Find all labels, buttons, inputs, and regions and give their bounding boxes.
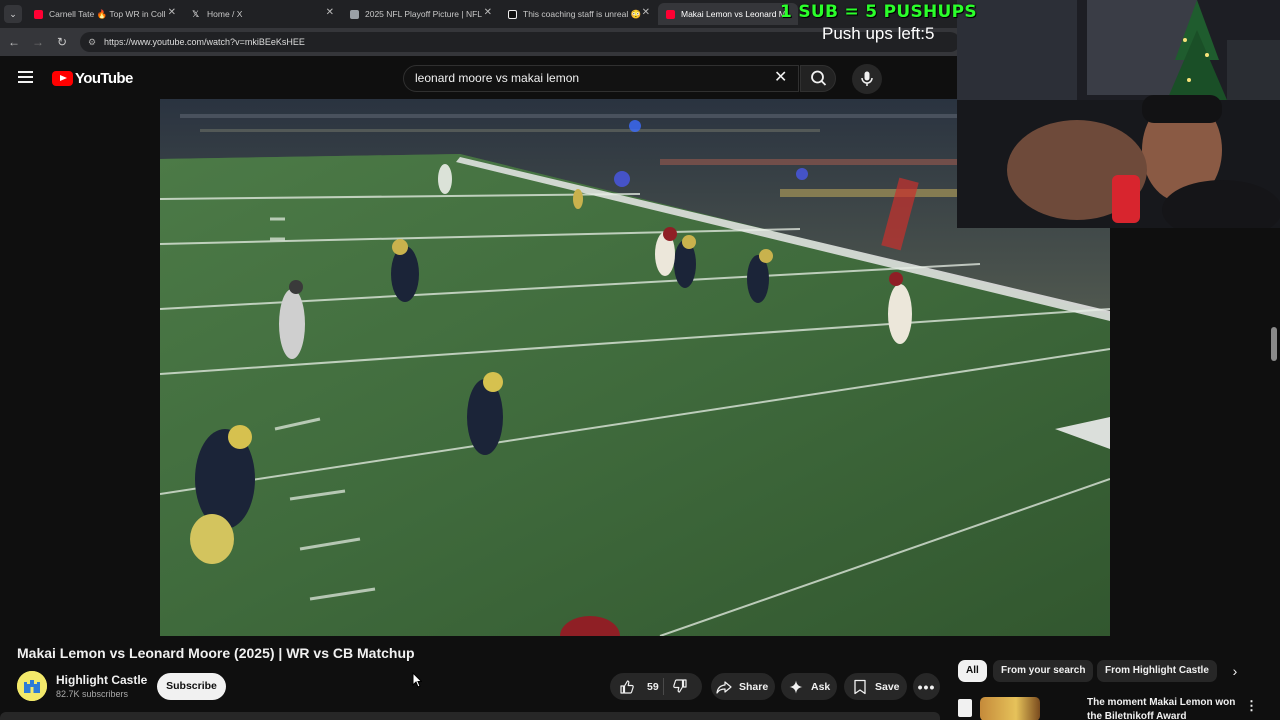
x-logo-icon: 𝕏 <box>192 8 200 19</box>
tab-title: Carnell Tate 🔥 Top WR in Coll <box>49 8 166 19</box>
browser-tab-4[interactable]: This coaching staff is unreal 😳 ✕ <box>500 3 656 25</box>
share-arrow-icon <box>716 680 732 694</box>
tab-title: Home / X <box>207 9 243 19</box>
recommendation-side-icon <box>958 699 972 717</box>
menu-icon[interactable] <box>18 71 33 83</box>
subscriber-count: 82.7K subscribers <box>56 689 129 699</box>
dislike-button[interactable] <box>672 678 688 697</box>
ask-button[interactable]: Ask <box>781 673 837 700</box>
tab-search-button[interactable]: ⌄ <box>4 5 22 23</box>
webcam-feed-image <box>957 0 1280 228</box>
thumbs-up-icon <box>620 679 634 694</box>
subscribe-button[interactable]: Subscribe <box>157 673 226 700</box>
chip-all[interactable]: All <box>958 660 987 682</box>
tab-title: Makai Lemon vs Leonard M <box>681 9 786 19</box>
video-title: Makai Lemon vs Leonard Moore (2025) | WR… <box>17 645 415 661</box>
streamer-webcam-overlay <box>957 0 1280 228</box>
reload-icon[interactable]: ↻ <box>54 34 70 50</box>
browser-tab-3[interactable]: 2025 NFL Playoff Picture | NFL ✕ <box>342 3 498 25</box>
browser-tab-5-active[interactable]: Makai Lemon vs Leonard M <box>658 3 798 25</box>
chevron-right-icon[interactable]: › <box>1226 662 1244 680</box>
youtube-favicon-icon <box>34 9 43 19</box>
sub-pushups-overlay-text: 1 SUB = 5 PUSHUPS <box>780 2 977 22</box>
description-box-edge <box>0 712 940 720</box>
thumbs-down-icon <box>673 679 687 693</box>
url-text: https://www.youtube.com/watch?v=mkiBEeKs… <box>104 37 305 47</box>
microphone-icon <box>861 71 873 86</box>
site-info-icon[interactable]: ⚙ <box>88 32 96 52</box>
like-dislike-group: 59 <box>610 673 702 700</box>
forward-arrow-icon[interactable]: → <box>30 34 46 50</box>
more-actions-button[interactable]: ••• <box>913 673 940 700</box>
nfl-favicon-icon <box>350 9 359 19</box>
logo-text: YouTube <box>75 70 133 87</box>
close-tab-icon[interactable]: ✕ <box>168 7 176 18</box>
save-label: Save <box>875 680 900 693</box>
recommended-video-title[interactable]: The moment Makai Lemon won the Biletniko… <box>1087 696 1247 720</box>
highlight-castle-logo-icon <box>17 671 47 701</box>
page-scrollbar[interactable] <box>1271 327 1277 361</box>
youtube-logo[interactable]: YouTube <box>52 70 133 87</box>
bookmark-icon <box>854 679 866 694</box>
sparkle-icon <box>789 680 803 693</box>
share-button[interactable]: Share <box>711 673 775 700</box>
save-button[interactable]: Save <box>844 673 907 700</box>
like-count: 59 <box>647 680 659 693</box>
close-tab-icon[interactable]: ✕ <box>326 7 334 18</box>
like-dislike-divider <box>663 678 664 695</box>
browser-tab-2[interactable]: 𝕏 Home / X ✕ <box>184 3 340 25</box>
tab-title: This coaching staff is unreal 😳 <box>523 8 642 19</box>
recommended-video-item[interactable]: The moment Makai Lemon won the Biletniko… <box>958 696 1280 720</box>
close-tab-icon[interactable]: ✕ <box>484 7 492 18</box>
chip-from-channel[interactable]: From Highlight Castle <box>1097 660 1217 682</box>
chip-from-your-search[interactable]: From your search <box>993 660 1094 682</box>
voice-search-button[interactable] <box>852 64 882 94</box>
ask-label: Ask <box>811 680 831 693</box>
youtube-favicon-icon <box>666 9 675 19</box>
recommended-video-thumbnail[interactable] <box>980 697 1040 720</box>
tiktok-favicon-icon <box>508 9 517 19</box>
mouse-cursor-icon <box>412 672 422 688</box>
more-horizontal-icon: ••• <box>917 678 936 695</box>
back-arrow-icon[interactable]: ← <box>6 34 22 50</box>
more-vertical-icon[interactable]: ⋮ <box>1245 698 1258 714</box>
channel-name[interactable]: Highlight Castle <box>56 673 147 687</box>
browser-tab-1[interactable]: Carnell Tate 🔥 Top WR in Coll ✕ <box>26 3 182 25</box>
channel-avatar[interactable] <box>17 671 47 701</box>
clear-search-icon[interactable]: ✕ <box>774 69 787 87</box>
pushups-left-overlay-text: Push ups left:5 <box>822 24 935 43</box>
search-button[interactable] <box>800 65 836 92</box>
share-label: Share <box>739 680 769 693</box>
search-icon <box>811 70 827 86</box>
youtube-header: YouTube leonard moore vs makai lemon ✕ <box>0 57 960 99</box>
search-input[interactable]: leonard moore vs makai lemon <box>403 65 799 92</box>
youtube-play-icon <box>52 71 73 86</box>
tab-title: 2025 NFL Playoff Picture | NFL <box>365 9 483 19</box>
like-button[interactable]: 59 <box>619 679 659 695</box>
close-tab-icon[interactable]: ✕ <box>642 7 650 18</box>
